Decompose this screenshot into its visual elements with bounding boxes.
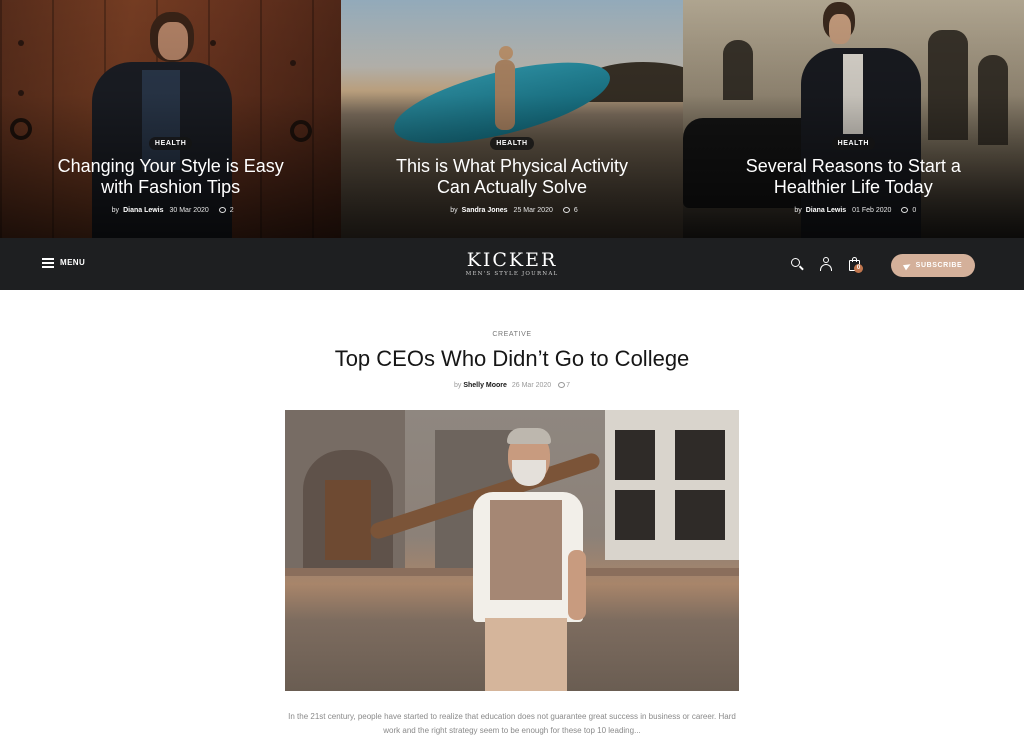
post-meta: by Diana Lewis 30 Mar 2020 2 [111, 207, 234, 214]
hero-title[interactable]: Several Reasons to Start a Healthier Lif… [723, 156, 983, 198]
comment-count[interactable]: 7 [566, 382, 570, 389]
post-meta: by Sandra Jones 25 Mar 2020 6 [450, 207, 578, 214]
comment-icon [901, 207, 909, 213]
article-meta: by Shelly Moore 26 Mar 2020 7 [453, 382, 571, 389]
category-badge[interactable]: HEALTH [148, 137, 193, 150]
user-icon[interactable] [819, 257, 833, 271]
comment-icon [218, 207, 226, 213]
paper-plane-icon [902, 261, 912, 270]
comment-icon [558, 382, 566, 388]
comment-icon [562, 207, 570, 213]
post-date: 01 Feb 2020 [852, 207, 892, 214]
author-link[interactable]: Shelly Moore [463, 382, 507, 389]
author-link[interactable]: Diana Lewis [123, 207, 163, 214]
search-icon[interactable] [790, 257, 804, 271]
subscribe-button[interactable]: SUBSCRIBE [891, 254, 975, 277]
hero-card[interactable]: HEALTH Changing Your Style is Easy with … [0, 0, 342, 238]
logo-text: KICKER [466, 249, 558, 271]
article-category[interactable]: CREATIVE [0, 331, 1024, 338]
hero-title[interactable]: This is What Physical Activity Can Actua… [382, 156, 642, 198]
article-excerpt: In the 21st century, people have started… [288, 712, 736, 735]
post-date: 26 Mar 2020 [511, 382, 552, 389]
category-badge[interactable]: HEALTH [831, 137, 876, 150]
cart-count-badge: 0 [854, 264, 863, 273]
post-meta: by Diana Lewis 01 Feb 2020 0 [794, 207, 917, 214]
post-date: 30 Mar 2020 [169, 207, 209, 214]
subscribe-label: SUBSCRIBE [915, 262, 963, 269]
article-title[interactable]: Top CEOs Who Didn’t Go to College [0, 346, 1024, 372]
article-featured-image[interactable] [285, 410, 739, 691]
logo-tagline: MEN'S STYLE JOURNAL [465, 271, 559, 277]
site-header: MENU KICKER MEN'S STYLE JOURNAL [0, 238, 1024, 290]
comment-count[interactable]: 2 [230, 207, 234, 214]
category-badge[interactable]: HEALTH [490, 137, 534, 150]
hero-card[interactable]: HEALTH Several Reasons to Start a Health… [682, 0, 1024, 238]
comment-count[interactable]: 0 [912, 207, 916, 214]
site-logo[interactable]: KICKER MEN'S STYLE JOURNAL [0, 249, 1024, 278]
hero-card[interactable]: HEALTH This is What Physical Activity Ca… [341, 0, 683, 238]
author-link[interactable]: Diana Lewis [806, 207, 846, 214]
comment-count[interactable]: 6 [574, 207, 578, 214]
hero-slider: HEALTH Changing Your Style is Easy with … [0, 0, 1024, 238]
post-date: 25 Mar 2020 [513, 207, 553, 214]
author-link[interactable]: Sandra Jones [462, 207, 508, 214]
hero-title[interactable]: Changing Your Style is Easy with Fashion… [41, 156, 301, 198]
